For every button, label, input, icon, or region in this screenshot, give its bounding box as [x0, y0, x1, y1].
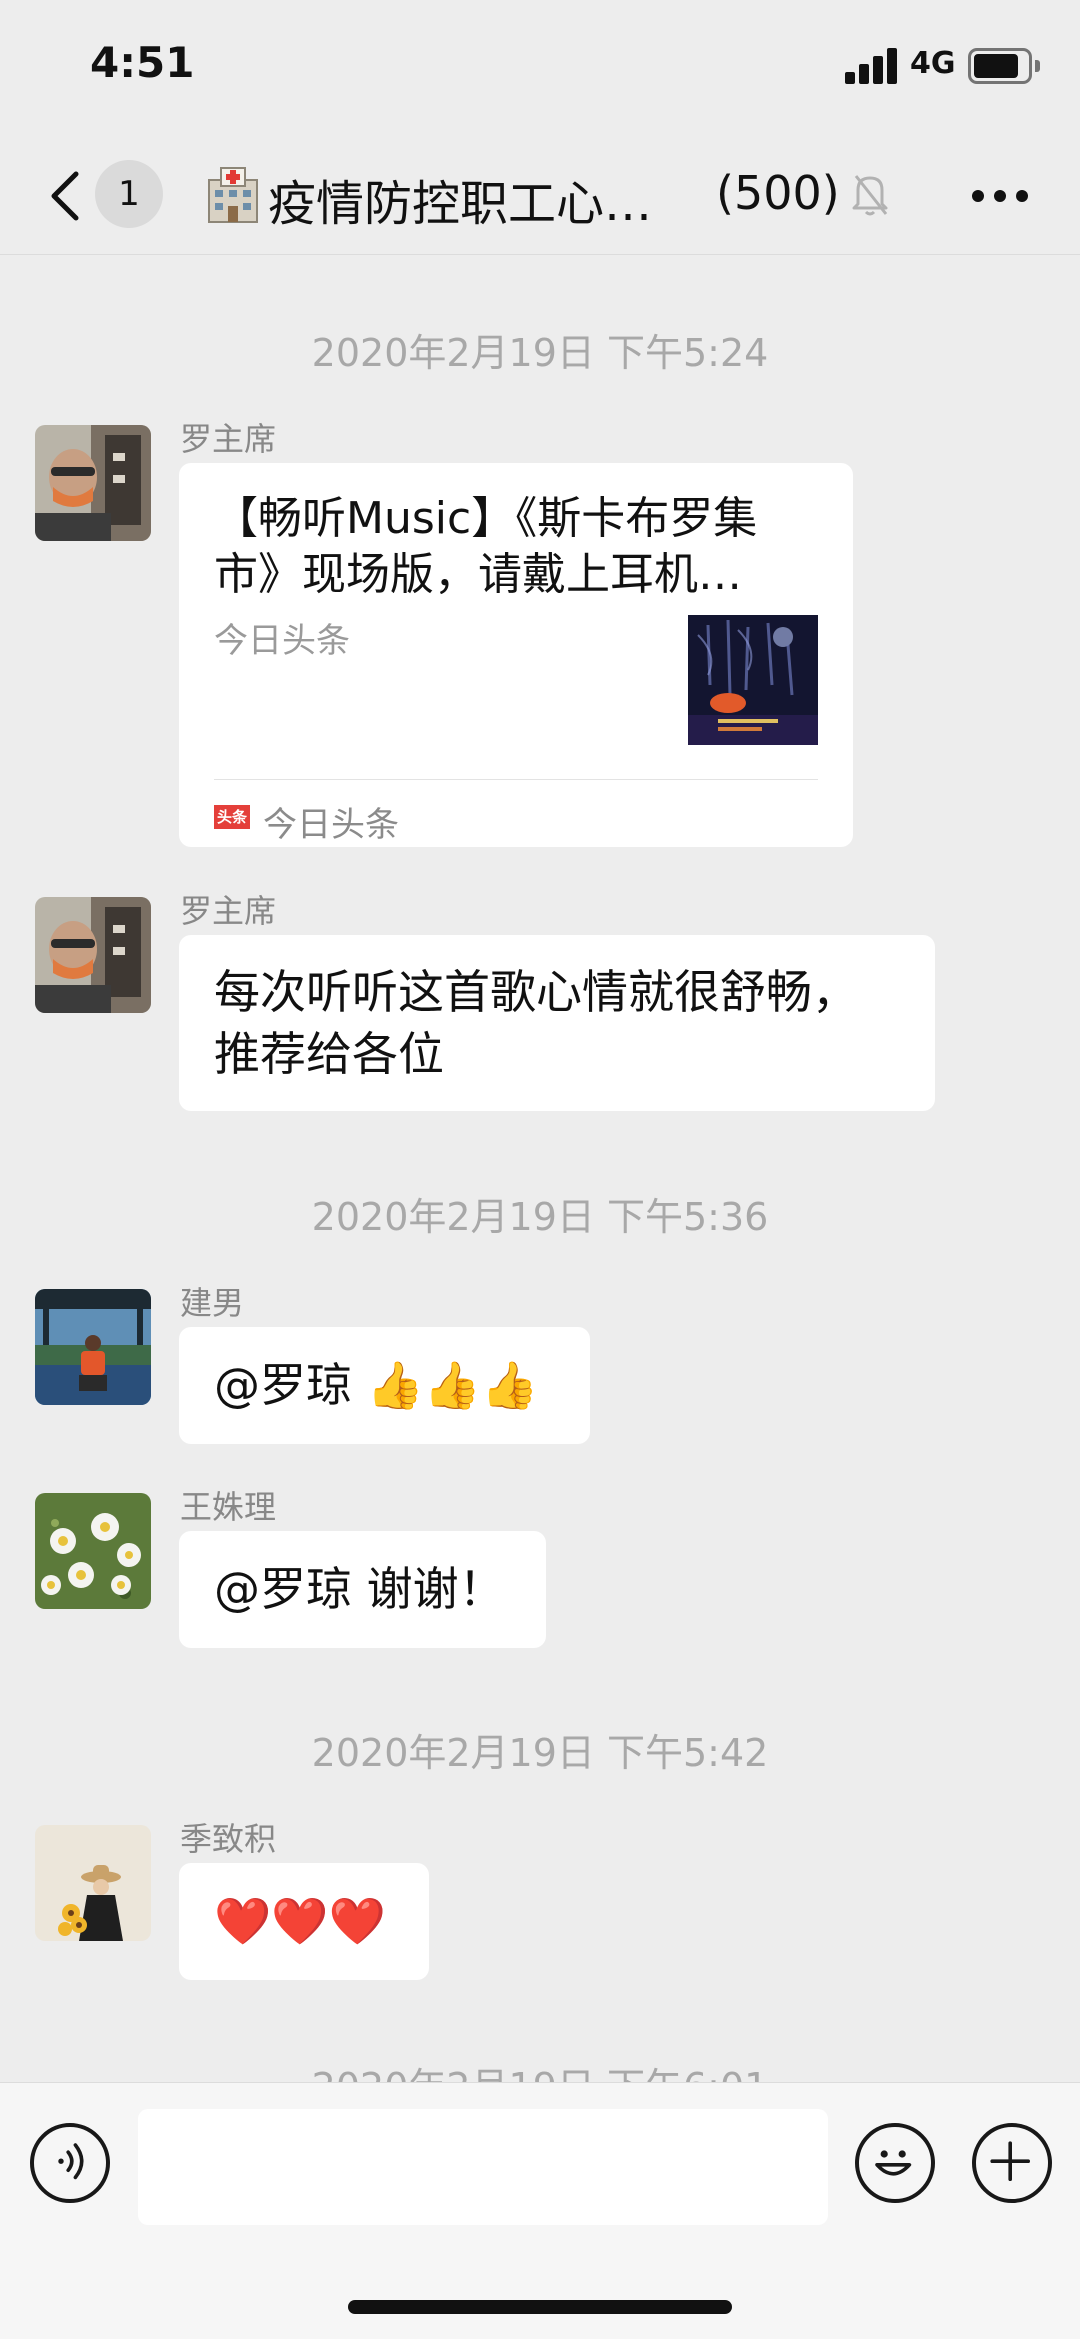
nav-bar: 1 疫情防控职工心… (500) — [0, 140, 1080, 255]
link-thumbnail — [688, 615, 818, 745]
time-label: 2020年2月19日 下午5:36 — [311, 1195, 769, 1239]
avatar[interactable] — [35, 425, 151, 541]
hospital-icon — [208, 167, 258, 223]
message-text: @罗琼 谢谢！ — [214, 1562, 505, 1616]
link-card-bubble[interactable]: 【畅听Music】《斯卡布罗集 市》现场版，请戴上耳机… 今日头条 头条 今日头… — [179, 463, 853, 847]
voice-icon[interactable] — [30, 2123, 110, 2203]
sender-name: 季致积 — [180, 1820, 277, 1858]
plus-icon[interactable] — [972, 2123, 1052, 2203]
back-icon[interactable] — [46, 168, 86, 224]
member-count: (500) — [716, 166, 840, 220]
home-indicator[interactable] — [348, 2300, 732, 2314]
sender-name: 建男 — [180, 1284, 245, 1322]
battery-icon — [968, 48, 1040, 84]
avatar[interactable] — [35, 1493, 151, 1609]
link-description: 今日头条 — [214, 621, 350, 661]
message-text: 每次听听这首歌心情就很舒畅， 推荐给各位 — [214, 965, 858, 1081]
status-bar: 4:51 4G — [0, 0, 1080, 140]
sender-name: 王姝理 — [180, 1488, 277, 1526]
message-text: @罗琼 👍👍👍 — [214, 1358, 539, 1412]
network-type: 4G — [910, 46, 956, 81]
emoji-icon[interactable] — [855, 2123, 935, 2203]
message-input[interactable] — [138, 2109, 828, 2225]
message-text: ❤️❤️❤️ — [214, 1894, 386, 1948]
chat-screen: 4:51 4G 1 疫情防控职工心… (500) 2020年2月19日 下午5:… — [0, 0, 1080, 2339]
time-label: 2020年2月19日 下午5:24 — [311, 331, 769, 375]
signal-strength-icon — [845, 48, 899, 84]
chat-title[interactable]: 疫情防控职工心… — [268, 164, 652, 234]
link-source: 今日头条 — [263, 805, 399, 845]
link-divider — [214, 779, 818, 780]
sender-name: 罗主席 — [180, 420, 277, 458]
unread-count-badge[interactable]: 1 — [95, 160, 163, 228]
avatar[interactable] — [35, 1289, 151, 1405]
more-icon[interactable] — [970, 190, 1030, 204]
message-bubble[interactable]: @罗琼 谢谢！ — [179, 1531, 546, 1648]
time-label: 2020年2月19日 下午5:42 — [311, 1731, 769, 1775]
message-bubble[interactable]: ❤️❤️❤️ — [179, 1863, 429, 1980]
link-title: 【畅听Music】《斯卡布罗集 市》现场版，请戴上耳机… — [214, 493, 758, 600]
message-bubble[interactable]: 每次听听这首歌心情就很舒畅， 推荐给各位 — [179, 935, 935, 1111]
status-time: 4:51 — [90, 38, 195, 87]
avatar[interactable] — [35, 897, 151, 1013]
mute-bell-icon — [852, 175, 888, 216]
message-bubble[interactable]: @罗琼 👍👍👍 — [179, 1327, 590, 1444]
toutiao-logo-icon: 头条 — [214, 805, 250, 829]
avatar[interactable] — [35, 1825, 151, 1941]
sender-name: 罗主席 — [180, 892, 277, 930]
